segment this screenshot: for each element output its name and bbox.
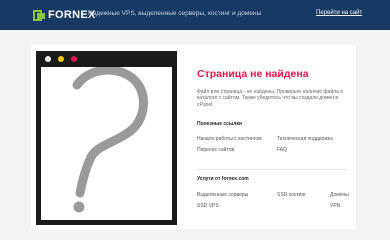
section-divider xyxy=(197,169,347,170)
window-dot-white xyxy=(45,56,51,62)
error-description: Файл или страница - не найдены. Проверьт… xyxy=(197,89,343,108)
fornex-logo[interactable]: FORNEX xyxy=(33,9,96,21)
page-title: Страница не найдена xyxy=(197,68,309,80)
browser-window-illustration xyxy=(36,51,177,225)
link-ssd-vps[interactable]: SSD VPS xyxy=(197,203,219,209)
services-heading: Услуги от fornex.com xyxy=(197,176,249,182)
link-dedicated-servers[interactable]: Выделенные серверы xyxy=(197,192,248,198)
link-tech-support[interactable]: Техническая поддержка xyxy=(277,136,333,142)
link-ssd-hosting[interactable]: SSD хостинг xyxy=(277,192,306,198)
link-domains[interactable]: Домены xyxy=(330,192,349,198)
fornex-logo-icon xyxy=(33,9,45,21)
link-vpn[interactable]: VPN xyxy=(330,203,340,209)
link-hosting-start[interactable]: Начало работы с хостингом xyxy=(197,136,262,142)
header-tagline: Надежные VPS, выделенные серверы, хостин… xyxy=(88,10,262,17)
goto-site-link[interactable]: Перейти на сайт xyxy=(316,10,362,16)
top-header: FORNEX Надежные VPS, выделенные серверы,… xyxy=(0,0,390,30)
question-mark-icon xyxy=(72,67,148,213)
window-dot-red xyxy=(71,56,77,62)
error-card: Страница не найдена Файл или страница - … xyxy=(31,45,356,229)
link-site-transfer[interactable]: Перенос сайтов xyxy=(197,147,234,153)
window-dot-yellow xyxy=(58,56,64,62)
useful-links-heading: Полезные ссылки xyxy=(197,121,242,127)
link-faq[interactable]: FAQ xyxy=(277,147,287,153)
